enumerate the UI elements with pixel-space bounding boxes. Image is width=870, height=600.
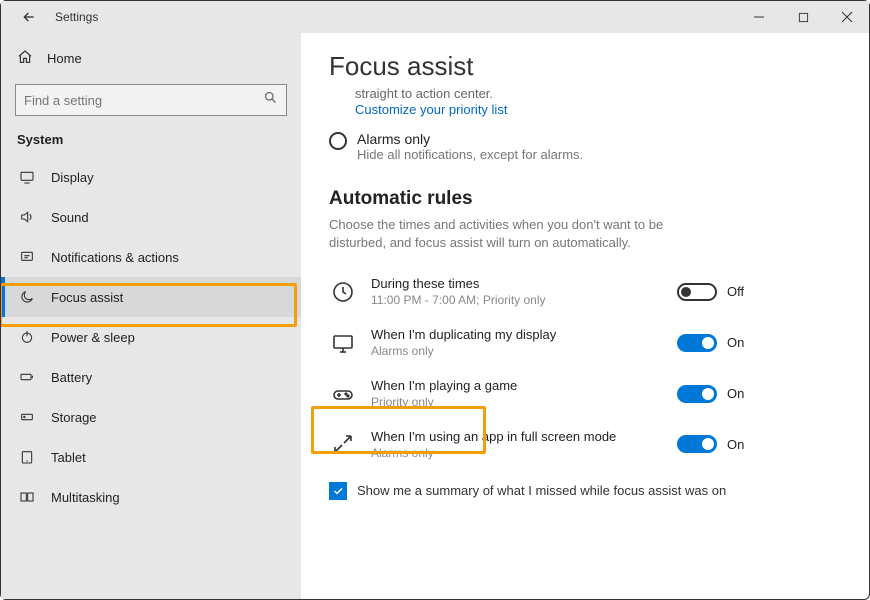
nav-label: Notifications & actions: [51, 250, 179, 265]
nav-storage[interactable]: Storage: [1, 397, 301, 437]
storage-icon: [19, 409, 35, 425]
checkbox-checked[interactable]: [329, 482, 347, 500]
nav-display[interactable]: Display: [1, 157, 301, 197]
rule-playing-game[interactable]: When I'm playing a game Priority only On: [329, 368, 749, 419]
nav-label: Multitasking: [51, 490, 120, 505]
tablet-icon: [19, 449, 35, 465]
toggle-during-times[interactable]: [677, 283, 717, 301]
nav-notifications[interactable]: Notifications & actions: [1, 237, 301, 277]
display-icon: [19, 169, 35, 185]
rule-title: When I'm duplicating my display: [371, 327, 663, 344]
nav-label: Focus assist: [51, 290, 123, 305]
radio-alarms-only[interactable]: Alarms only Hide all notifications, exce…: [329, 131, 841, 162]
power-icon: [19, 329, 35, 345]
nav-sound[interactable]: Sound: [1, 197, 301, 237]
search-input[interactable]: [24, 93, 263, 108]
clock-icon: [329, 278, 357, 306]
customize-priority-link[interactable]: Customize your priority list: [355, 102, 507, 117]
toggle-state: On: [727, 386, 749, 401]
rule-title: When I'm using an app in full screen mod…: [371, 429, 663, 446]
rule-sub: Alarms only: [371, 446, 663, 460]
search-icon: [263, 90, 278, 110]
sound-icon: [19, 209, 35, 225]
notifications-icon: [19, 249, 35, 265]
radio-icon[interactable]: [329, 132, 347, 150]
back-button[interactable]: [15, 3, 43, 31]
nav-label: Storage: [51, 410, 97, 425]
radio-label: Alarms only: [357, 131, 583, 147]
toggle-fullscreen-app[interactable]: [677, 435, 717, 453]
rule-title: During these times: [371, 276, 663, 293]
category-heading: System: [1, 126, 301, 157]
search-box[interactable]: [15, 84, 287, 116]
window-title: Settings: [55, 10, 98, 24]
rule-fullscreen-app[interactable]: When I'm using an app in full screen mod…: [329, 419, 749, 470]
truncated-description: straight to action center.: [355, 86, 841, 101]
nav-tablet[interactable]: Tablet: [1, 437, 301, 477]
multitasking-icon: [19, 489, 35, 505]
gamepad-icon: [329, 380, 357, 408]
rule-sub: Priority only: [371, 395, 663, 409]
page-title: Focus assist: [329, 51, 841, 82]
content-area: Focus assist straight to action center. …: [301, 33, 869, 599]
rule-title: When I'm playing a game: [371, 378, 663, 395]
home-label: Home: [47, 51, 82, 66]
nav-multitasking[interactable]: Multitasking: [1, 477, 301, 517]
summary-checkbox-row[interactable]: Show me a summary of what I missed while…: [329, 482, 841, 500]
toggle-state: On: [727, 335, 749, 350]
home-icon: [17, 49, 33, 68]
toggle-playing-game[interactable]: [677, 385, 717, 403]
nav-label: Sound: [51, 210, 89, 225]
radio-sub: Hide all notifications, except for alarm…: [357, 147, 583, 162]
toggle-state: On: [727, 437, 749, 452]
home-link[interactable]: Home: [1, 41, 301, 76]
sidebar: Home System Display Sound: [1, 33, 301, 599]
minimize-button[interactable]: [737, 1, 781, 33]
rule-sub: Alarms only: [371, 344, 663, 358]
titlebar: Settings: [1, 1, 869, 33]
nav-label: Display: [51, 170, 94, 185]
automatic-rules-desc: Choose the times and activities when you…: [329, 216, 719, 252]
maximize-button[interactable]: [781, 1, 825, 33]
close-button[interactable]: [825, 1, 869, 33]
moon-icon: [19, 289, 35, 305]
nav-power[interactable]: Power & sleep: [1, 317, 301, 357]
nav-battery[interactable]: Battery: [1, 357, 301, 397]
toggle-state: Off: [727, 284, 749, 299]
nav-label: Tablet: [51, 450, 86, 465]
fullscreen-icon: [329, 430, 357, 458]
nav-focus-assist[interactable]: Focus assist: [1, 277, 301, 317]
nav-label: Power & sleep: [51, 330, 135, 345]
monitor-icon: [329, 329, 357, 357]
toggle-duplicating-display[interactable]: [677, 334, 717, 352]
rule-sub: 11:00 PM - 7:00 AM; Priority only: [371, 293, 663, 307]
automatic-rules-heading: Automatic rules: [329, 188, 841, 210]
rule-duplicating-display[interactable]: When I'm duplicating my display Alarms o…: [329, 317, 749, 368]
nav-label: Battery: [51, 370, 92, 385]
rule-during-times[interactable]: During these times 11:00 PM - 7:00 AM; P…: [329, 266, 749, 317]
summary-checkbox-label: Show me a summary of what I missed while…: [357, 483, 726, 498]
battery-icon: [19, 369, 35, 385]
